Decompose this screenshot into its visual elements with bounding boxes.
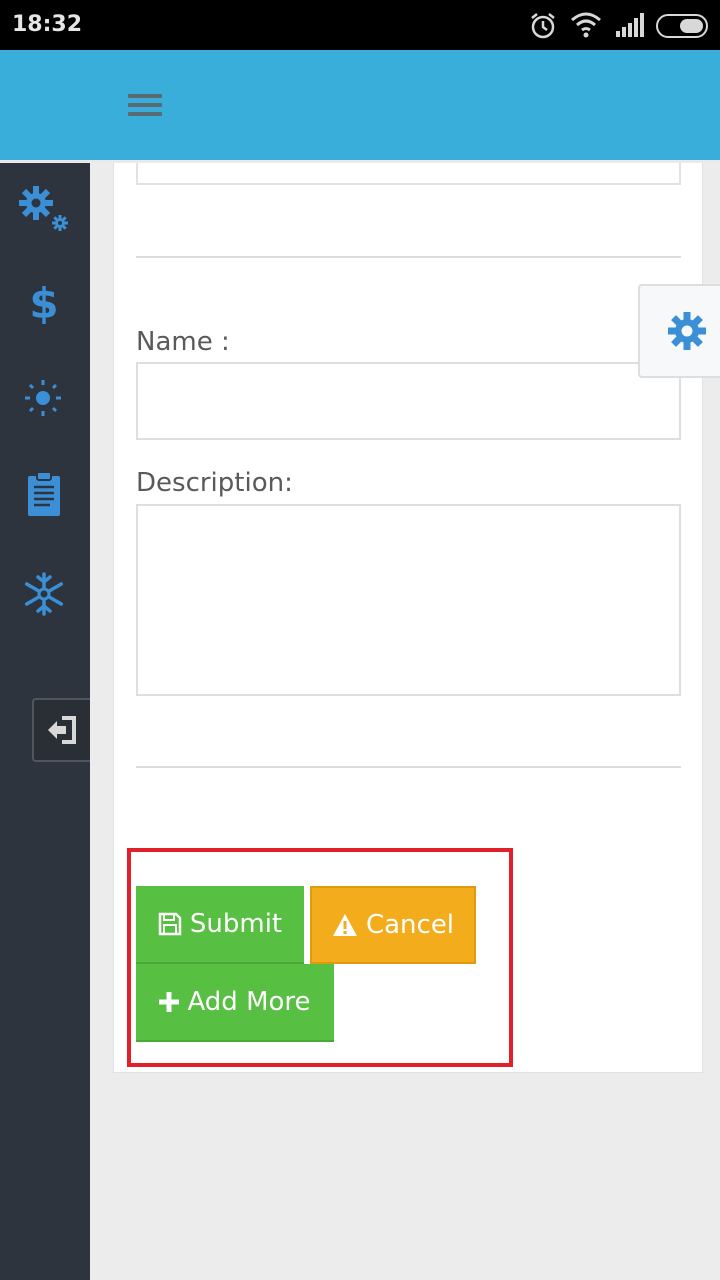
top-header <box>0 50 720 162</box>
sidebar-item-reports[interactable] <box>0 459 90 529</box>
plus-icon <box>159 992 180 1012</box>
hamburger-icon[interactable] <box>128 94 162 118</box>
sun-icon <box>25 380 61 416</box>
status-bar: 18:32 <box>0 0 720 50</box>
previous-field[interactable] <box>136 163 681 185</box>
wifi-icon <box>571 12 601 38</box>
name-label: Name : <box>136 327 230 357</box>
divider <box>136 766 681 768</box>
submit-button[interactable]: Submit <box>136 886 304 964</box>
sidebar-item-cooling[interactable] <box>0 558 90 628</box>
sidebar: $ <box>0 163 90 1280</box>
floating-settings-button[interactable] <box>638 284 720 378</box>
cancel-label: Cancel <box>365 910 455 940</box>
gears-icon <box>19 186 68 231</box>
alarm-icon <box>531 13 555 39</box>
save-icon <box>158 912 182 936</box>
sign-out-icon <box>48 716 76 744</box>
warning-icon <box>332 914 357 936</box>
dollar-icon: $ <box>29 280 58 324</box>
divider <box>136 256 681 258</box>
sidebar-item-settings[interactable] <box>0 171 90 241</box>
description-textarea[interactable] <box>136 504 681 696</box>
battery-icon <box>656 14 708 38</box>
status-time: 18:32 <box>12 12 83 37</box>
sidebar-item-finance[interactable]: $ <box>0 266 90 336</box>
submit-label: Submit <box>189 909 283 939</box>
sidebar-item-weather[interactable] <box>0 363 90 433</box>
name-input[interactable] <box>136 362 681 440</box>
signal-icon <box>616 13 644 37</box>
add-more-button[interactable]: Add More <box>136 964 334 1042</box>
description-label: Description: <box>136 468 293 498</box>
cancel-button[interactable]: Cancel <box>310 886 476 964</box>
logout-button[interactable] <box>32 698 90 762</box>
snowflake-icon <box>24 572 64 616</box>
add-more-label: Add More <box>187 987 311 1017</box>
clipboard-icon <box>28 471 60 516</box>
svg-text:$: $ <box>29 280 58 324</box>
settings-gear-icon <box>668 312 706 350</box>
